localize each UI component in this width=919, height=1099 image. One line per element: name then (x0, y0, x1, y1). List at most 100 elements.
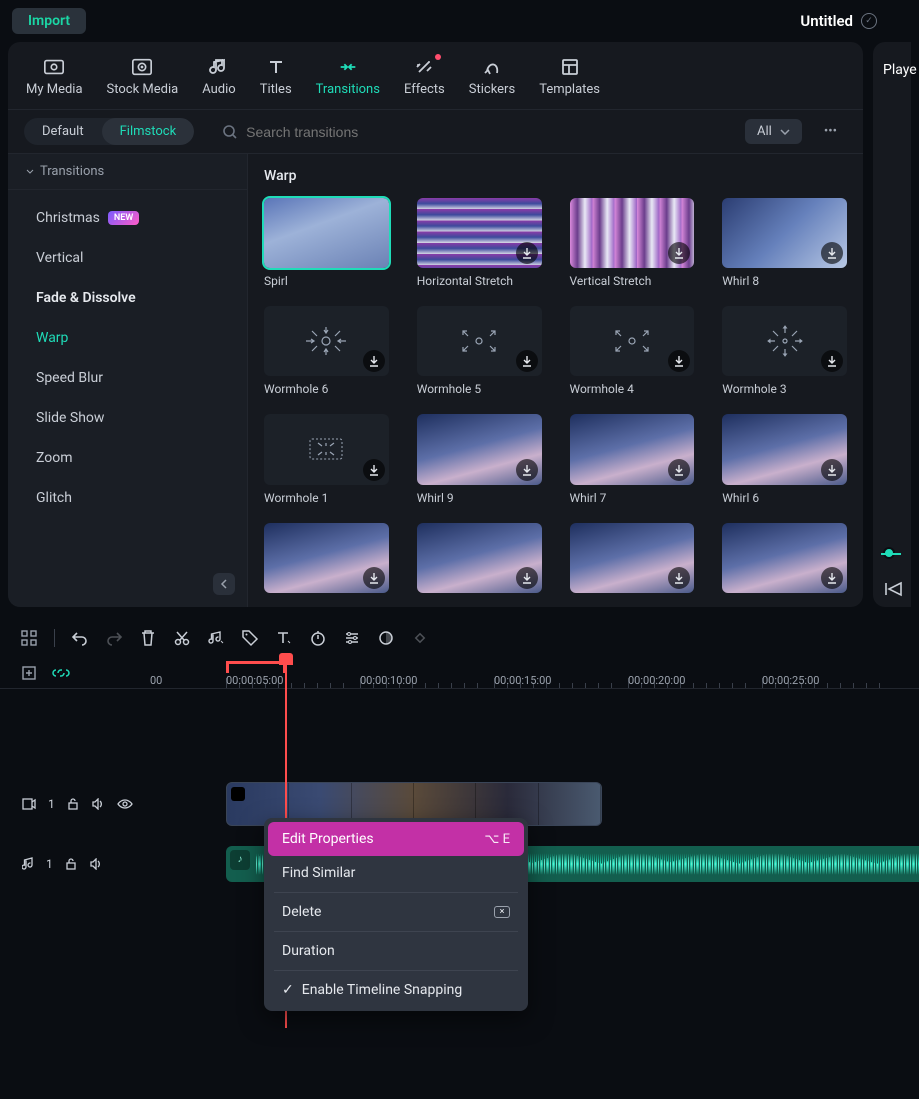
search-input[interactable] (246, 124, 446, 140)
speed-icon[interactable] (309, 629, 327, 647)
download-icon[interactable] (668, 567, 690, 589)
transition-item[interactable]: Vertical Stretch (570, 198, 695, 288)
download-icon[interactable] (363, 567, 385, 589)
link-icon[interactable] (52, 664, 70, 682)
transition-item[interactable]: Wormhole 3 (722, 306, 847, 396)
transition-item[interactable]: Whirl 6 (722, 414, 847, 504)
transition-item[interactable]: Wormhole 6 (264, 306, 389, 396)
transition-thumbnail[interactable] (570, 306, 695, 376)
download-icon[interactable] (516, 242, 538, 264)
transition-item[interactable]: Horizontal Stretch (417, 198, 542, 288)
import-button[interactable]: Import (12, 8, 86, 34)
text-edit-icon[interactable] (275, 629, 293, 647)
visibility-icon[interactable] (117, 798, 133, 810)
lock-icon[interactable] (65, 857, 77, 871)
filter-dropdown[interactable]: All (745, 119, 802, 144)
transition-thumbnail[interactable] (264, 414, 389, 484)
transition-item[interactable] (570, 523, 695, 593)
sidebar-item-fade-dissolve[interactable]: Fade & Dissolve (8, 278, 247, 318)
tab-transitions[interactable]: Transitions (306, 52, 390, 101)
color-icon[interactable] (377, 629, 395, 647)
download-icon[interactable] (668, 350, 690, 372)
adjust-icon[interactable] (343, 629, 361, 647)
mute-icon[interactable] (91, 798, 105, 810)
prev-frame-icon[interactable] (883, 581, 903, 597)
sidebar-item-vertical[interactable]: Vertical (8, 238, 247, 278)
download-icon[interactable] (516, 459, 538, 481)
download-icon[interactable] (363, 350, 385, 372)
transition-item[interactable]: Wormhole 4 (570, 306, 695, 396)
tab-stock-media[interactable]: Stock Media (97, 52, 189, 101)
transition-item[interactable]: Whirl 8 (722, 198, 847, 288)
download-icon[interactable] (821, 350, 843, 372)
mute-icon[interactable] (89, 858, 103, 870)
transition-item[interactable]: Whirl 7 (570, 414, 695, 504)
sidebar-header[interactable]: Transitions (8, 154, 247, 190)
ctx-snapping[interactable]: ✓Enable Timeline Snapping (268, 973, 524, 1007)
arrange-icon[interactable] (20, 629, 38, 647)
ctx-duration[interactable]: Duration (268, 934, 524, 968)
ctx-find-similar[interactable]: Find Similar (268, 856, 524, 890)
transition-thumbnail[interactable] (570, 198, 695, 268)
transition-item[interactable] (264, 523, 389, 593)
transition-thumbnail[interactable] (722, 198, 847, 268)
tab-audio[interactable]: Audio (192, 52, 245, 101)
tab-stickers[interactable]: Stickers (459, 52, 525, 101)
music-edit-icon[interactable] (207, 629, 225, 647)
transition-thumbnail[interactable] (417, 306, 542, 376)
add-track-icon[interactable] (20, 664, 38, 682)
download-icon[interactable] (363, 459, 385, 481)
ctx-delete[interactable]: Delete × (268, 895, 524, 929)
tab-titles[interactable]: Titles (250, 52, 302, 101)
download-icon[interactable] (821, 459, 843, 481)
transition-thumbnail[interactable] (264, 523, 389, 593)
download-icon[interactable] (516, 350, 538, 372)
sidebar-item-speed-blur[interactable]: Speed Blur (8, 358, 247, 398)
transition-item[interactable] (722, 523, 847, 593)
transition-thumbnail[interactable] (417, 198, 542, 268)
split-icon[interactable] (173, 629, 191, 647)
transition-thumbnail[interactable] (722, 414, 847, 484)
playhead-handle[interactable] (279, 653, 293, 665)
tag-icon[interactable] (241, 629, 259, 647)
sidebar-item-warp[interactable]: Warp (8, 318, 247, 358)
transition-item[interactable] (417, 523, 542, 593)
ctx-edit-properties[interactable]: Edit Properties ⌥ E (268, 822, 524, 856)
transition-thumbnail[interactable] (570, 523, 695, 593)
toggle-default[interactable]: Default (24, 118, 102, 145)
toggle-filmstock[interactable]: Filmstock (102, 118, 195, 145)
keyframe-icon[interactable] (411, 629, 429, 647)
download-icon[interactable] (821, 242, 843, 264)
tab-templates[interactable]: Templates (529, 52, 610, 101)
tab-my-media[interactable]: My Media (16, 52, 93, 101)
transition-item[interactable]: Spirl (264, 198, 389, 288)
more-button[interactable]: ••• (814, 124, 847, 139)
transition-item[interactable]: Wormhole 1 (264, 414, 389, 504)
download-icon[interactable] (821, 567, 843, 589)
player-progress-handle[interactable] (883, 547, 895, 559)
sidebar-item-slide-show[interactable]: Slide Show (8, 398, 247, 438)
collapse-sidebar-button[interactable] (213, 573, 235, 595)
transition-thumbnail[interactable] (417, 414, 542, 484)
transition-thumbnail[interactable] (570, 414, 695, 484)
delete-icon[interactable] (139, 629, 157, 647)
undo-icon[interactable] (71, 629, 89, 647)
transition-thumbnail[interactable] (264, 306, 389, 376)
ruler-label: 00:00:05:00 (226, 674, 283, 687)
download-icon[interactable] (668, 242, 690, 264)
lock-icon[interactable] (67, 797, 79, 811)
transition-item[interactable]: Wormhole 5 (417, 306, 542, 396)
transition-thumbnail[interactable] (264, 198, 389, 268)
transition-thumbnail[interactable] (722, 306, 847, 376)
transition-thumbnail[interactable] (722, 523, 847, 593)
sidebar-item-christmas[interactable]: ChristmasNEW (8, 198, 247, 238)
download-icon[interactable] (668, 459, 690, 481)
redo-icon[interactable] (105, 629, 123, 647)
transition-item[interactable]: Whirl 9 (417, 414, 542, 504)
tab-effects[interactable]: Effects (394, 52, 455, 101)
sidebar-item-zoom[interactable]: Zoom (8, 438, 247, 478)
range-marker[interactable] (226, 661, 286, 665)
download-icon[interactable] (516, 567, 538, 589)
transition-thumbnail[interactable] (417, 523, 542, 593)
sidebar-item-glitch[interactable]: Glitch (8, 478, 247, 518)
